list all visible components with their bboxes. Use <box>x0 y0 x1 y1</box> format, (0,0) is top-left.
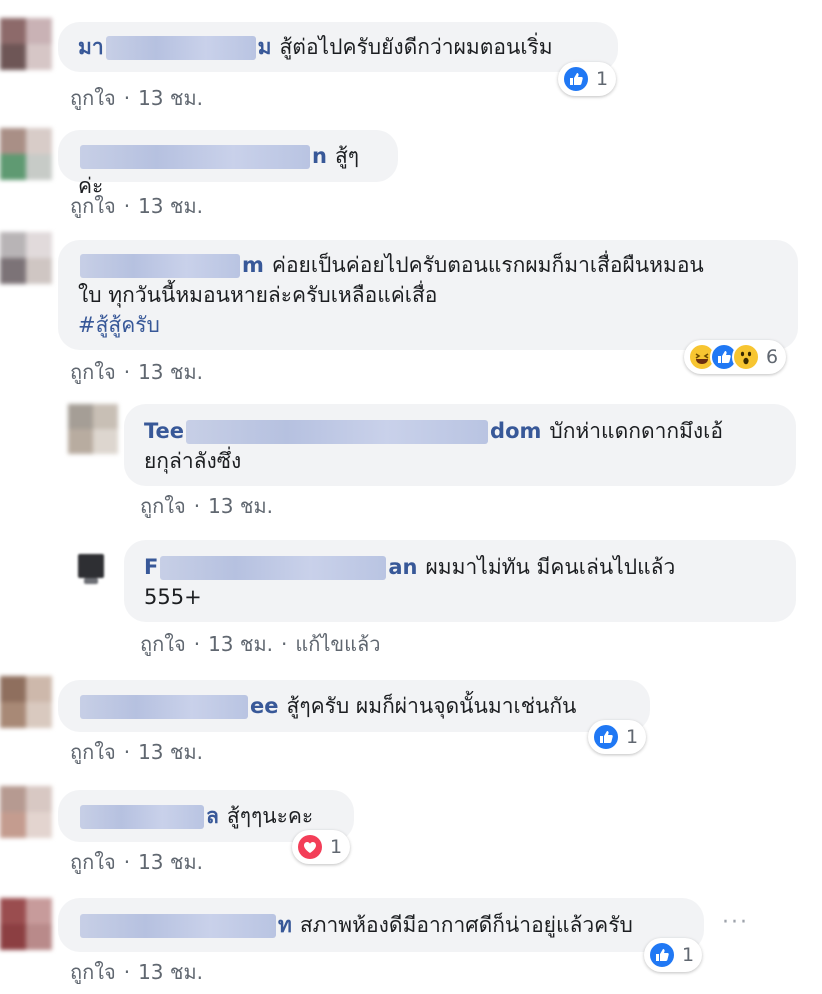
like-link[interactable]: ถูกใจ <box>140 494 186 518</box>
commenter-name[interactable]: ee <box>78 691 279 721</box>
comment-meta: ถูกใจ · 13 ชม. <box>70 956 203 988</box>
timestamp[interactable]: 13 ชม. <box>138 360 203 384</box>
comment-meta: ถูกใจ · 13 ชม. <box>70 736 203 768</box>
timestamp[interactable]: 13 ชม. <box>138 960 203 984</box>
avatar[interactable] <box>68 404 118 454</box>
comment-meta: ถูกใจ · 13 ชม. · แก้ไขแล้ว <box>140 628 380 660</box>
comment-bubble: ท สภาพห้องดีมีอากาศดีก็น่าอยู่แล้วครับ <box>58 898 704 952</box>
comment-text-line2: 555+ <box>144 585 202 609</box>
avatar[interactable] <box>0 232 52 284</box>
comment-meta: ถูกใจ · 13 ชม. <box>70 846 203 878</box>
commenter-name[interactable]: Fan <box>144 552 417 582</box>
like-link[interactable]: ถูกใจ <box>70 850 116 874</box>
separator: · <box>123 850 131 874</box>
separator: · <box>193 632 201 656</box>
comment-text: สภาพห้องดีมีอากาศดีก็น่าอยู่แล้วครับ <box>299 913 633 937</box>
comment-bubble: ee สู้ๆครับ ผมก็ผ่านจุดนั้นมาเช่นกัน <box>58 680 650 732</box>
avatar[interactable] <box>0 786 52 838</box>
comment-text: สู้ต่อไปครับยังดีกว่าผมตอนเริ่ม <box>279 35 553 59</box>
like-link[interactable]: ถูกใจ <box>70 960 116 984</box>
like-link[interactable]: ถูกใจ <box>70 740 116 764</box>
timestamp[interactable]: 13 ชม. <box>138 86 203 110</box>
reaction-count: 1 <box>330 836 343 858</box>
avatar[interactable] <box>0 128 52 180</box>
avatar[interactable] <box>72 550 122 600</box>
comment-bubble: m ค่อยเป็นค่อยไปครับตอนแรกผมก็มาเสื่อผืนห… <box>58 240 798 350</box>
timestamp[interactable]: 13 ชม. <box>138 850 203 874</box>
separator: · <box>280 632 288 656</box>
separator: · <box>123 960 131 984</box>
comment-bubble: n สู้ๆค่ะ <box>58 130 398 198</box>
comment-text-line2: ใบ ทุกวันนี้หมอนหายล่ะครับเหลือแค่เสื่อ <box>78 283 438 307</box>
comment-meta: ถูกใจ · 13 ชม. <box>70 190 203 222</box>
reaction-summary[interactable]: 1 <box>558 62 617 96</box>
reaction-count: 1 <box>626 726 639 748</box>
like-link[interactable]: ถูกใจ <box>70 86 116 110</box>
comment-bubble: Tee dom บักห่าแดกดากมึงเอ้ ยกุล่าลังซึ่ง <box>124 404 796 486</box>
timestamp[interactable]: 13 ชม. <box>138 740 203 764</box>
avatar[interactable] <box>0 898 52 950</box>
comment-bubble: มาม สู้ต่อไปครับยังดีกว่าผมตอนเริ่ม <box>58 22 618 72</box>
comment-text: สู้ๆๆนะคะ <box>226 804 314 828</box>
reaction-summary[interactable]: 1 <box>644 938 703 972</box>
comment-meta: ถูกใจ · 13 ชม. <box>140 490 273 522</box>
commenter-name[interactable]: Tee dom <box>144 416 541 446</box>
wow-icon <box>732 343 760 371</box>
separator: · <box>123 86 131 110</box>
comment-text-line1: ผมมาไม่ทัน มีคนเล่นไปแล้ว <box>425 555 676 579</box>
hashtag-link[interactable]: #สู้สู้ครับ <box>78 310 778 340</box>
timestamp[interactable]: 13 ชม. <box>138 194 203 218</box>
comment-bubble: Fan ผมมาไม่ทัน มีคนเล่นไปแล้ว 555+ <box>124 540 796 622</box>
comment-text-line2: ยกุล่าลังซึ่ง <box>144 449 242 473</box>
like-icon <box>562 65 590 93</box>
comment-text: สู้ๆครับ ผมก็ผ่านจุดนั้นมาเช่นกัน <box>286 694 577 718</box>
separator: · <box>123 194 131 218</box>
edited-label[interactable]: แก้ไขแล้ว <box>295 632 380 656</box>
comment-meta: ถูกใจ · 13 ชม. <box>70 82 203 114</box>
separator: · <box>193 494 201 518</box>
comment-meta: ถูกใจ · 13 ชม. <box>70 356 203 388</box>
commenter-name[interactable]: ท <box>78 910 292 940</box>
reaction-count: 6 <box>766 346 779 368</box>
timestamp[interactable]: 13 ชม. <box>208 494 273 518</box>
separator: · <box>123 740 131 764</box>
commenter-name[interactable]: มาม <box>78 32 271 62</box>
heart-icon <box>296 833 324 861</box>
like-link[interactable]: ถูกใจ <box>70 194 116 218</box>
timestamp[interactable]: 13 ชม. <box>208 632 273 656</box>
like-icon <box>592 723 620 751</box>
reaction-count: 1 <box>682 944 695 966</box>
more-options-icon[interactable]: ··· <box>722 910 749 935</box>
commenter-name[interactable]: ล <box>78 801 219 831</box>
separator: · <box>123 360 131 384</box>
commenter-name[interactable]: n <box>78 141 327 171</box>
reaction-summary[interactable]: 1 <box>588 720 647 754</box>
comment-text-line1: บักห่าแดกดากมึงเอ้ <box>549 419 723 443</box>
like-icon <box>648 941 676 969</box>
like-link[interactable]: ถูกใจ <box>70 360 116 384</box>
avatar[interactable] <box>0 676 52 728</box>
like-link[interactable]: ถูกใจ <box>140 632 186 656</box>
reaction-count: 1 <box>596 68 609 90</box>
comment-text-line1: ค่อยเป็นค่อยไปครับตอนแรกผมก็มาเสื่อผืนหม… <box>271 253 704 277</box>
reaction-summary[interactable]: 6 <box>684 340 787 374</box>
avatar[interactable] <box>0 18 52 70</box>
commenter-name[interactable]: m <box>78 250 264 280</box>
reaction-summary[interactable]: 1 <box>292 830 351 864</box>
